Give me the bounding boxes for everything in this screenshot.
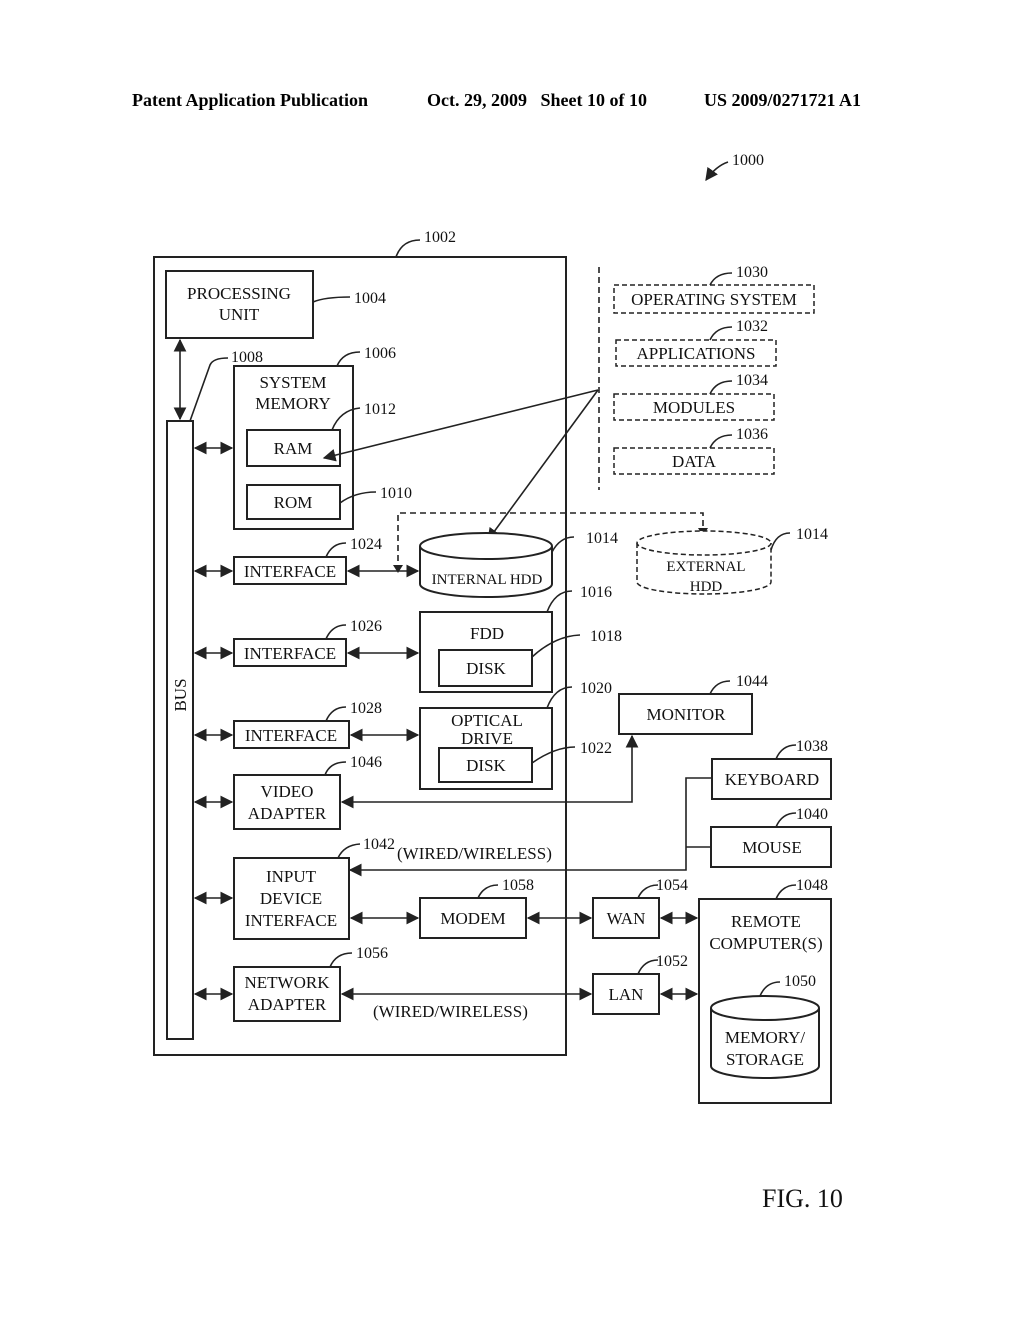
svg-text:1010: 1010	[380, 485, 412, 502]
svg-text:1054: 1054	[656, 877, 688, 894]
svg-text:ADAPTER: ADAPTER	[248, 804, 327, 823]
figure-label: FIG. 10	[762, 1184, 843, 1213]
svg-text:1022: 1022	[580, 740, 612, 757]
svg-text:APPLICATIONS: APPLICATIONS	[636, 344, 755, 363]
svg-text:1004: 1004	[354, 290, 386, 307]
svg-text:1014: 1014	[586, 530, 618, 547]
svg-text:STORAGE: STORAGE	[726, 1050, 804, 1069]
mouse-block: MOUSE 1040	[710, 806, 832, 868]
svg-text:1016: 1016	[580, 584, 612, 601]
wired-wireless-input-label: (WIRED/WIRELESS)	[397, 844, 552, 863]
monitor-block: MONITOR 1044	[618, 673, 768, 735]
svg-text:MONITOR: MONITOR	[646, 705, 726, 724]
svg-text:1056: 1056	[356, 945, 388, 962]
diagram-canvas: 1000 1002 PROCESSING UNIT 1004 BUS 1008 …	[153, 152, 843, 1213]
svg-text:EXTERNAL: EXTERNAL	[666, 559, 745, 575]
svg-text:1014: 1014	[796, 526, 828, 543]
svg-text:VIDEO: VIDEO	[261, 782, 314, 801]
keyboard-block: KEYBOARD 1038	[711, 738, 832, 800]
svg-text:MEMORY: MEMORY	[255, 394, 331, 413]
svg-text:DATA: DATA	[672, 452, 717, 471]
svg-text:LAN: LAN	[609, 985, 644, 1004]
figure-ref-main: 1000	[705, 152, 764, 182]
svg-text:WAN: WAN	[607, 909, 646, 928]
external-hdd-block: EXTERNAL HDD 1014	[636, 526, 828, 595]
svg-text:SYSTEM: SYSTEM	[259, 373, 326, 392]
svg-text:INTERFACE: INTERFACE	[245, 911, 337, 930]
svg-text:INTERFACE: INTERFACE	[245, 726, 337, 745]
svg-text:1024: 1024	[350, 536, 382, 553]
svg-text:UNIT: UNIT	[219, 305, 260, 324]
svg-text:1030: 1030	[736, 264, 768, 281]
svg-text:INTERFACE: INTERFACE	[244, 562, 336, 581]
svg-text:ADAPTER: ADAPTER	[248, 995, 327, 1014]
computer-ref: 1002	[424, 229, 456, 246]
svg-text:NETWORK: NETWORK	[245, 973, 331, 992]
svg-text:1000: 1000	[732, 152, 764, 169]
lan-block: LAN 1052	[592, 953, 688, 1015]
svg-text:DISK: DISK	[466, 659, 506, 678]
svg-text:MODEM: MODEM	[440, 909, 505, 928]
svg-text:INPUT: INPUT	[266, 867, 317, 886]
svg-text:MOUSE: MOUSE	[742, 838, 802, 857]
svg-text:BUS: BUS	[171, 678, 190, 711]
svg-text:1006: 1006	[364, 345, 396, 362]
wired-wireless-network-label: (WIRED/WIRELESS)	[373, 1002, 528, 1021]
data-block: DATA 1036	[613, 426, 775, 475]
svg-text:ROM: ROM	[274, 493, 313, 512]
svg-text:1050: 1050	[784, 973, 816, 990]
svg-text:OPERATING SYSTEM: OPERATING SYSTEM	[631, 290, 797, 309]
computer-leader	[395, 239, 421, 258]
applications-block: APPLICATIONS 1032	[615, 318, 777, 367]
svg-text:1040: 1040	[796, 806, 828, 823]
svg-text:1048: 1048	[796, 877, 828, 894]
modules-block: MODULES 1034	[613, 372, 775, 421]
wan-block: WAN 1054	[592, 877, 688, 939]
svg-text:DRIVE: DRIVE	[461, 729, 513, 748]
svg-text:HDD: HDD	[690, 579, 723, 595]
svg-text:INTERNAL HDD: INTERNAL HDD	[432, 572, 543, 588]
svg-text:1020: 1020	[580, 680, 612, 697]
svg-text:RAM: RAM	[274, 439, 313, 458]
svg-text:1036: 1036	[736, 426, 768, 443]
svg-text:DEVICE: DEVICE	[260, 889, 322, 908]
operating-system-block: OPERATING SYSTEM 1030	[613, 264, 815, 314]
svg-text:INTERFACE: INTERFACE	[244, 644, 336, 663]
svg-text:REMOTE: REMOTE	[731, 912, 801, 931]
svg-text:PROCESSING: PROCESSING	[187, 284, 291, 303]
svg-text:COMPUTER(S): COMPUTER(S)	[709, 934, 822, 953]
svg-text:MEMORY/: MEMORY/	[725, 1028, 806, 1047]
svg-text:1026: 1026	[350, 618, 382, 635]
svg-text:1018: 1018	[590, 628, 622, 645]
svg-text:1058: 1058	[502, 877, 534, 894]
svg-text:1052: 1052	[656, 953, 688, 970]
svg-text:1028: 1028	[350, 700, 382, 717]
svg-text:1012: 1012	[364, 401, 396, 418]
svg-text:1038: 1038	[796, 738, 828, 755]
svg-text:KEYBOARD: KEYBOARD	[725, 770, 819, 789]
svg-text:OPTICAL: OPTICAL	[451, 711, 523, 730]
svg-text:1032: 1032	[736, 318, 768, 335]
svg-text:MODULES: MODULES	[653, 398, 735, 417]
svg-text:1044: 1044	[736, 673, 768, 690]
svg-text:1034: 1034	[736, 372, 768, 389]
svg-text:DISK: DISK	[466, 756, 506, 775]
svg-text:1042: 1042	[363, 836, 395, 853]
svg-text:1046: 1046	[350, 754, 382, 771]
svg-text:1008: 1008	[231, 349, 263, 366]
svg-text:FDD: FDD	[470, 624, 504, 643]
